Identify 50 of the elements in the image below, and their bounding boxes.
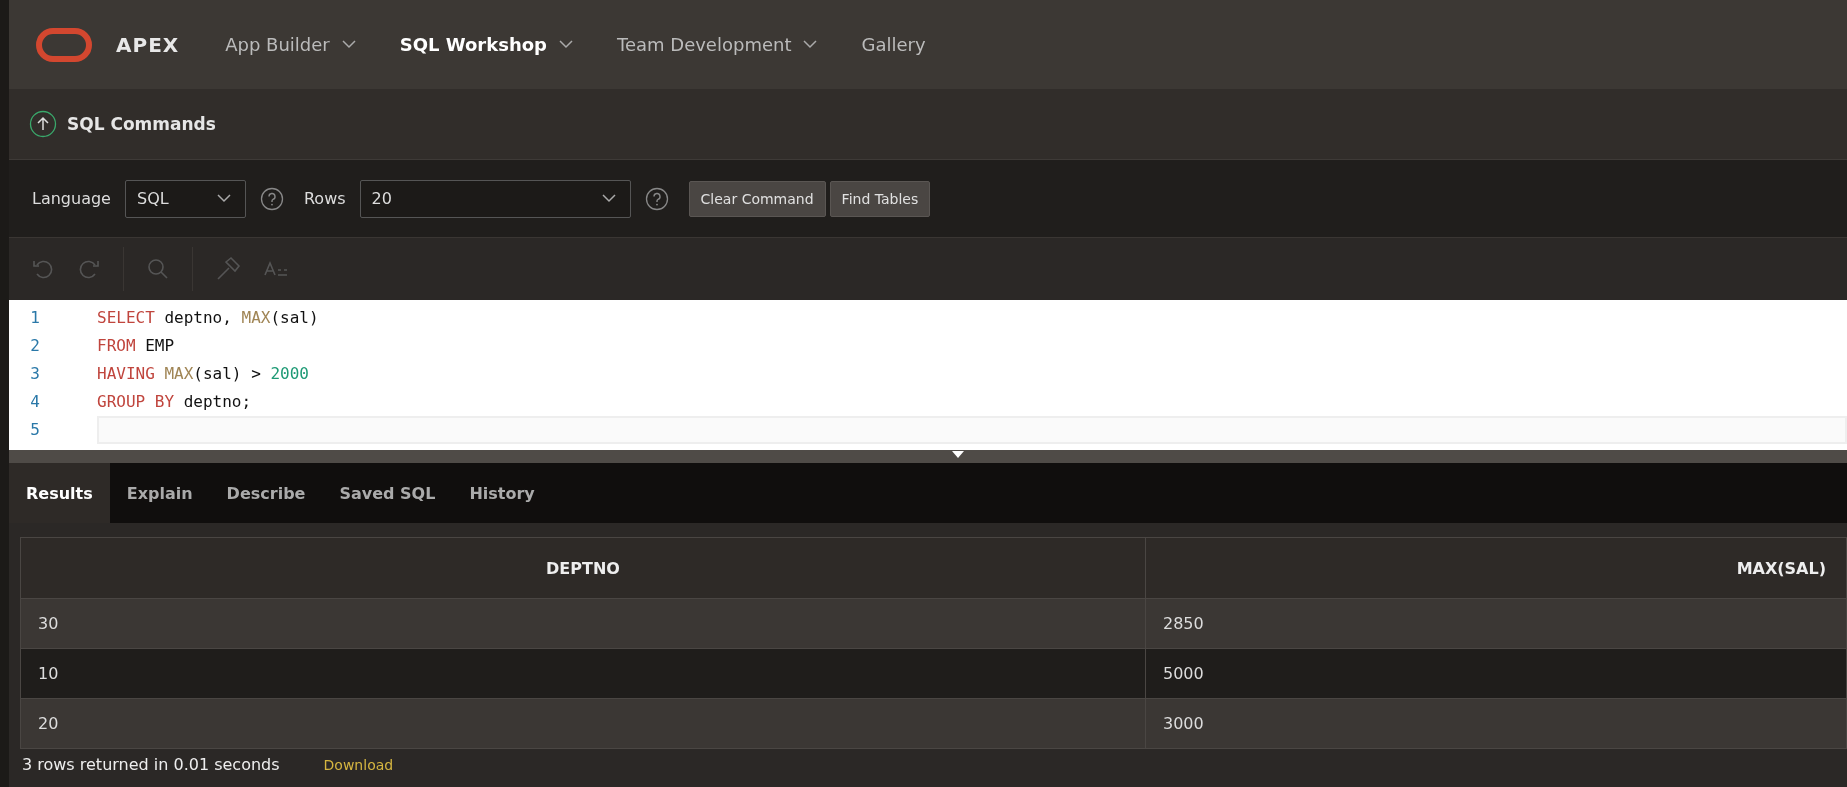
chevron-down-icon xyxy=(803,40,818,49)
result-tab[interactable]: Explain xyxy=(109,463,210,523)
page-title: SQL Commands xyxy=(67,114,216,134)
table-cell: 30 xyxy=(20,598,1146,649)
table-cell: 5000 xyxy=(1145,648,1847,699)
table-cell: 2850 xyxy=(1145,598,1847,649)
nav-menu-item[interactable]: SQL Workshop xyxy=(399,34,573,55)
language-select[interactable]: SQL xyxy=(124,179,246,218)
column-header: MAX(SAL) xyxy=(1145,537,1847,599)
nav-menu-item[interactable]: Gallery xyxy=(861,34,926,55)
field-label: Language xyxy=(32,189,111,208)
hammer-icon xyxy=(215,256,241,282)
line-number: 5 xyxy=(29,419,41,441)
text-format-icon xyxy=(263,259,289,279)
result-summary: 3 rows returned in 0.01 seconds xyxy=(22,755,280,774)
column-header: DEPTNO xyxy=(20,537,1146,599)
chevron-down-icon xyxy=(341,40,356,49)
table-cell: 20 xyxy=(20,698,1146,749)
toolbar-button[interactable]: Clear Command xyxy=(688,180,826,217)
nav-menu-item[interactable]: Team Development xyxy=(617,34,818,55)
brand-name: APEX xyxy=(116,32,180,57)
triangle-down-icon xyxy=(952,451,964,458)
search-icon xyxy=(146,257,170,281)
code-line: FROM EMP xyxy=(97,335,176,357)
splitter-bar[interactable] xyxy=(9,450,1847,463)
code-editor[interactable]: 1 2 3 4 5 SELECT deptno, MAX(sal) FROM EMP HAVING MAX(sal) > 2000 GROUP BY deptno; xyxy=(9,300,1847,450)
chevron-down-icon xyxy=(601,194,616,203)
code-line: GROUP BY deptno; xyxy=(97,391,253,413)
result-tab[interactable]: Results xyxy=(9,463,110,523)
line-number: 4 xyxy=(29,391,41,413)
result-tab[interactable]: Describe xyxy=(209,463,323,523)
result-tab[interactable]: Saved SQL xyxy=(322,463,453,523)
table-cell: 3000 xyxy=(1145,698,1847,749)
rows-select[interactable]: 20 xyxy=(359,179,631,218)
result-tab[interactable]: History xyxy=(452,463,552,523)
line-number: 2 xyxy=(29,335,41,357)
code-line: SELECT deptno, MAX(sal) xyxy=(97,307,320,329)
chevron-down-icon xyxy=(559,40,573,49)
toolbar-button[interactable]: Find Tables xyxy=(829,180,931,217)
download-link[interactable]: Download xyxy=(323,756,394,773)
line-number: 1 xyxy=(29,307,41,329)
chevron-down-icon xyxy=(216,194,231,203)
logo-icon xyxy=(36,27,92,62)
help-icon xyxy=(644,186,669,211)
line-number: 3 xyxy=(29,363,41,385)
table-cell: 10 xyxy=(20,648,1146,699)
help-icon xyxy=(259,186,284,211)
nav-menu-item[interactable]: App Builder xyxy=(225,34,356,55)
field-label: Rows xyxy=(303,189,346,208)
code-line: HAVING MAX(sal) > 2000 xyxy=(97,363,310,385)
